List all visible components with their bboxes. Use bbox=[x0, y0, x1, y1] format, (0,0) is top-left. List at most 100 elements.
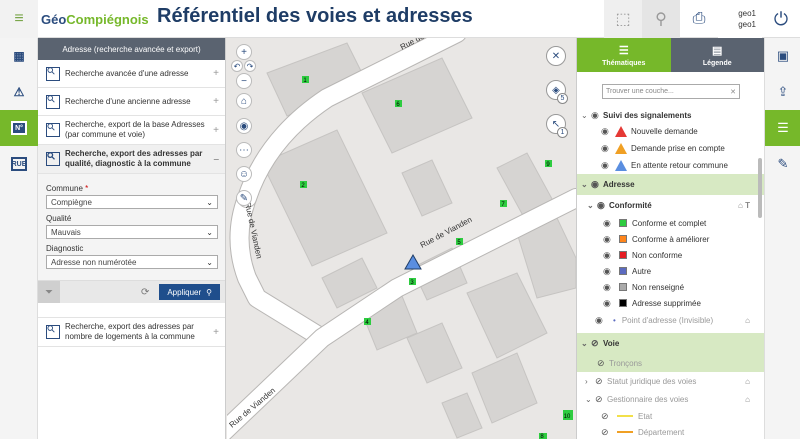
layer-group-adresse[interactable]: ⌄ ◉ Adresse bbox=[577, 174, 764, 195]
select-tool-icon[interactable]: ↖ 1 bbox=[546, 114, 568, 138]
tag-icon[interactable]: ⌂ bbox=[745, 377, 750, 386]
chevron-down-icon[interactable]: ⌄ bbox=[587, 201, 597, 210]
zoom-out-button[interactable]: − bbox=[236, 73, 252, 89]
collapse-icon[interactable]: – bbox=[213, 154, 219, 165]
layer-search-input[interactable]: Trouver une couche... ✕ bbox=[602, 84, 740, 99]
chevron-down-icon[interactable]: ⌄ bbox=[581, 111, 591, 120]
commune-select[interactable]: Compiègne ⌄ bbox=[46, 195, 218, 209]
logout-icon[interactable]: ⏻ bbox=[762, 0, 800, 38]
eye-hidden-icon[interactable]: ⊘ bbox=[595, 376, 607, 387]
chevron-right-icon[interactable]: › bbox=[585, 377, 595, 386]
tab-legende[interactable]: ▤ Légende bbox=[670, 38, 764, 72]
layer-item[interactable]: ⊘ Département bbox=[577, 424, 764, 439]
layer-item[interactable]: ◉ Non conforme bbox=[577, 247, 764, 263]
layer-item-invisible[interactable]: ◉ • Point d'adresse (Invisible) ⌂ bbox=[577, 311, 764, 329]
print-icon[interactable]: ⎙ bbox=[680, 0, 718, 38]
eye-hidden-icon[interactable]: ⊘ bbox=[597, 358, 609, 369]
eye-icon[interactable]: ◉ bbox=[601, 126, 613, 137]
refresh-icon[interactable]: ⟳ bbox=[141, 287, 149, 298]
eye-icon[interactable]: ◉ bbox=[603, 266, 615, 277]
eye-icon[interactable]: ◉ bbox=[603, 250, 615, 261]
expand-icon[interactable]: + bbox=[213, 96, 219, 107]
layer-item[interactable]: ◉ Nouvelle demande bbox=[577, 123, 764, 140]
tag-icon[interactable]: ⌂ bbox=[745, 316, 750, 325]
eye-icon[interactable]: ◉ bbox=[603, 298, 615, 309]
eye-icon[interactable]: ◉ bbox=[603, 282, 615, 293]
undo-icon[interactable]: ↶ bbox=[231, 60, 243, 72]
export-icon[interactable]: ▣ bbox=[765, 38, 800, 74]
tag-icon[interactable]: ⌂ bbox=[745, 395, 750, 404]
search-item[interactable]: Recherche, export de la base Adresses (p… bbox=[38, 116, 225, 145]
layer-item[interactable]: ⌄ ⊘ Gestionnaire des voies ⌂ bbox=[577, 390, 764, 408]
search-item[interactable]: Recherche avancée d'une adresse + bbox=[38, 60, 225, 88]
eye-icon[interactable]: ◉ bbox=[603, 234, 615, 245]
chevron-down-icon[interactable]: ⌄ bbox=[585, 395, 595, 404]
share-icon[interactable]: ⋯ bbox=[236, 142, 252, 158]
search-item[interactable]: Recherche d'une ancienne adresse + bbox=[38, 88, 225, 116]
layer-item[interactable]: ◉ En attente retour commune bbox=[577, 157, 764, 174]
close-icon[interactable]: ✕ bbox=[730, 88, 736, 96]
eye-icon[interactable]: ◉ bbox=[591, 179, 603, 190]
layer-item[interactable]: ◉ Autre bbox=[577, 263, 764, 279]
layer-item[interactable]: ◉ Demande prise en compte bbox=[577, 140, 764, 157]
line-swatch bbox=[617, 415, 633, 417]
edit-icon[interactable]: ✎ bbox=[765, 146, 800, 182]
street-icon[interactable]: RUE bbox=[0, 146, 38, 182]
eye-hidden-icon[interactable]: ⊘ bbox=[601, 411, 613, 422]
layer-item[interactable]: ◉ Conforme à améliorer bbox=[577, 231, 764, 247]
home-icon[interactable]: ⌂ bbox=[236, 93, 252, 109]
eye-icon[interactable]: ◉ bbox=[597, 200, 609, 211]
draw-icon[interactable]: ✎ bbox=[236, 190, 252, 206]
layers-icon[interactable]: ☰ bbox=[765, 110, 800, 146]
expand-icon[interactable]: + bbox=[213, 327, 219, 338]
address-number-icon[interactable]: N° bbox=[0, 110, 38, 146]
measure-tool-icon[interactable]: ✕ bbox=[546, 46, 566, 66]
expand-icon[interactable]: + bbox=[213, 125, 219, 136]
layer-item[interactable]: ◉ Conforme et complet bbox=[577, 215, 764, 231]
signal-marker[interactable] bbox=[404, 253, 422, 270]
swatch bbox=[619, 299, 627, 307]
tab-thematiques[interactable]: ☰ Thématiques bbox=[577, 38, 671, 72]
search-item-active[interactable]: Recherche, export des adresses par quali… bbox=[38, 145, 225, 174]
layer-group-signalements[interactable]: ⌄ ◉ Suivi des signalements bbox=[577, 107, 764, 123]
upload-icon[interactable]: ⇪ bbox=[765, 74, 800, 110]
eye-hidden-icon[interactable]: ⊘ bbox=[601, 427, 613, 438]
layer-item[interactable]: ⊘ Tronçons bbox=[577, 354, 764, 372]
selection-tool-icon[interactable]: ⬚ bbox=[604, 0, 642, 38]
warning-icon[interactable]: ⚠ bbox=[0, 74, 38, 110]
layer-group-voie[interactable]: ⌄ ⊘ Voie bbox=[577, 333, 764, 354]
search-icon[interactable]: ⚲ bbox=[642, 0, 680, 38]
eye-icon[interactable]: ◉ bbox=[601, 143, 613, 154]
eye-icon[interactable]: ◉ bbox=[595, 315, 607, 326]
filter-icon[interactable]: ⏷ bbox=[38, 281, 60, 303]
layer-item[interactable]: › ⊘ Statut juridique des voies ⌂ bbox=[577, 372, 764, 390]
search-item[interactable]: Recherche, export des adresses par nombr… bbox=[38, 317, 225, 347]
form-actions: ⏷ ⟳ Appliquer ⚲ bbox=[38, 281, 225, 303]
eye-icon[interactable]: ◉ bbox=[603, 218, 615, 229]
dashboard-icon[interactable]: ▦ bbox=[0, 38, 38, 74]
layer-item[interactable]: ⊘ Etat bbox=[577, 408, 764, 424]
qualite-select[interactable]: Mauvais ⌄ bbox=[46, 225, 218, 239]
redo-icon[interactable]: ↷ bbox=[244, 60, 256, 72]
eye-icon[interactable]: ◉ bbox=[591, 110, 603, 121]
diagnostic-select[interactable]: Adresse non numérotée ⌄ bbox=[46, 255, 218, 269]
eye-hidden-icon[interactable]: ⊘ bbox=[595, 394, 607, 405]
scrollbar[interactable] bbox=[758, 158, 762, 218]
expand-icon[interactable]: + bbox=[213, 68, 219, 79]
layers-tool-icon[interactable]: ◈ 5 bbox=[546, 80, 568, 104]
search-panel: Adresse (recherche avancée et export) Re… bbox=[38, 38, 226, 439]
tag-icon[interactable]: ⌂ T bbox=[738, 201, 750, 210]
chevron-down-icon[interactable]: ⌄ bbox=[581, 180, 591, 189]
layer-item[interactable]: ◉ Adresse supprimée bbox=[577, 295, 764, 311]
geolocate-icon[interactable]: ◉ bbox=[236, 118, 252, 134]
apply-button[interactable]: Appliquer ⚲ bbox=[159, 284, 220, 300]
streetview-icon[interactable]: ☺ bbox=[236, 166, 252, 182]
eye-icon[interactable]: ◉ bbox=[601, 160, 613, 171]
menu-icon[interactable]: ≡ bbox=[0, 0, 38, 38]
chevron-down-icon[interactable]: ⌄ bbox=[581, 339, 591, 348]
eye-hidden-icon[interactable]: ⊘ bbox=[591, 338, 603, 349]
layer-item[interactable]: ◉ Non renseigné bbox=[577, 279, 764, 295]
map-view[interactable]: Rue de Vianden Rue de Vianden Rue de Via… bbox=[227, 38, 576, 439]
zoom-in-button[interactable]: + bbox=[236, 44, 252, 60]
layer-subgroup-conformite[interactable]: ⌄ ◉ Conformité ⌂ T bbox=[577, 195, 764, 215]
